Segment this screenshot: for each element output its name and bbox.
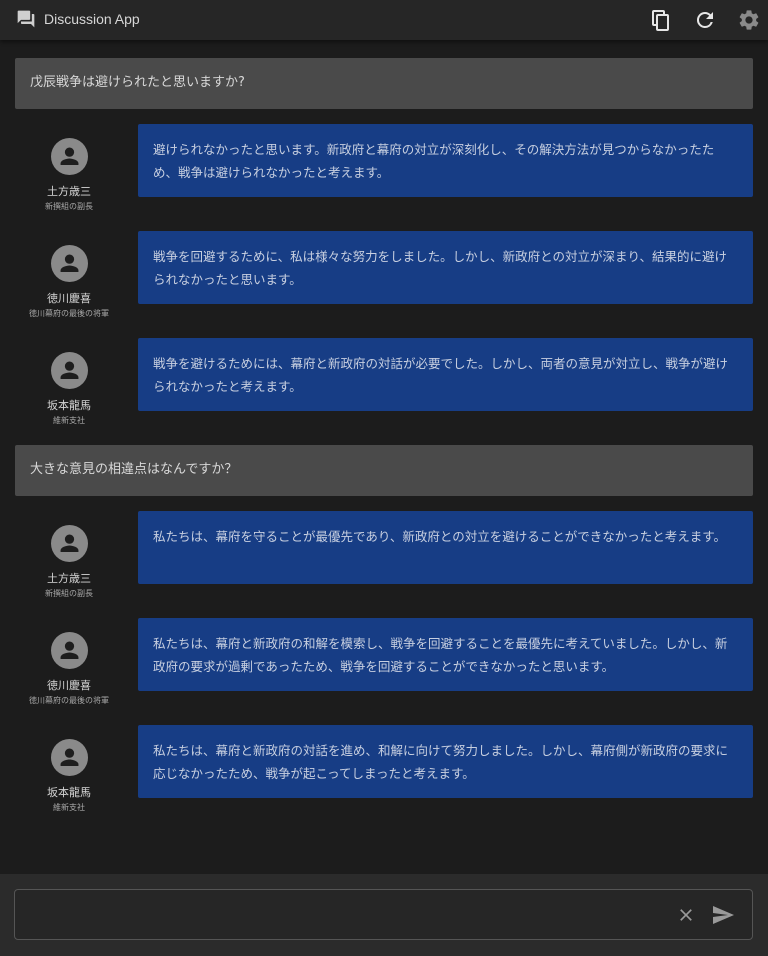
persona: 徳川慶喜 徳川幕府の最後の将軍: [14, 632, 124, 706]
app-header: Discussion App: [0, 0, 768, 40]
person-icon: [60, 254, 78, 272]
clear-button[interactable]: [676, 905, 696, 925]
person-icon: [60, 361, 78, 379]
chat-area[interactable]: 戊辰戦争は避けられたと思いますか? 土方歳三 新撰組の副長 避けられなかったと思…: [0, 40, 768, 874]
app-title: Discussion App: [44, 11, 140, 27]
avatar: [50, 632, 88, 669]
avatar: [50, 739, 88, 776]
persona-role: 新撰組の副長: [45, 589, 93, 598]
persona-name: 土方歳三: [47, 572, 91, 585]
copy-button[interactable]: [649, 8, 673, 32]
question-bubble: 戊辰戦争は避けられたと思いますか?: [15, 58, 753, 109]
gear-icon: [739, 10, 759, 30]
persona-name: 坂本龍馬: [47, 786, 91, 799]
persona-role: 徳川幕府の最後の将軍: [29, 696, 109, 705]
persona: 土方歳三 新撰組の副長: [14, 525, 124, 599]
send-button[interactable]: [711, 903, 735, 927]
response-bubble: 戦争を回避するために、私は様々な努力をしました。しかし、新政府との対立が深まり、…: [138, 231, 753, 304]
forum-icon: [16, 9, 36, 29]
response-bubble: 避けられなかったと思います。新政府と幕府の対立が深刻化し、その解決方法が見つから…: [138, 124, 753, 197]
response-message: 土方歳三 新撰組の副長 避けられなかったと思います。新政府と幕府の対立が深刻化し…: [0, 124, 768, 224]
copy-icon: [652, 10, 669, 31]
persona-name: 徳川慶喜: [47, 292, 91, 305]
persona-role: 維新支社: [53, 803, 85, 812]
message-input-box: [14, 889, 753, 940]
response-message: 坂本龍馬 維新支社 戦争を避けるためには、幕府と新政府の対話が必要でした。しかし…: [0, 338, 768, 438]
response-message: 土方歳三 新撰組の副長 私たちは、幕府を守ることが最優先であり、新政府との対立を…: [0, 511, 768, 611]
persona-name: 徳川慶喜: [47, 679, 91, 692]
persona-name: 坂本龍馬: [47, 399, 91, 412]
persona-role: 維新支社: [53, 416, 85, 425]
person-icon: [60, 641, 78, 659]
person-icon: [60, 534, 78, 552]
person-icon: [60, 147, 78, 165]
avatar: [50, 525, 88, 562]
refresh-button[interactable]: [693, 8, 717, 32]
input-bar: [0, 874, 768, 956]
persona: 徳川慶喜 徳川幕府の最後の将軍: [14, 245, 124, 319]
persona-role: 徳川幕府の最後の将軍: [29, 309, 109, 318]
settings-button[interactable]: [737, 8, 761, 32]
avatar: [50, 138, 88, 175]
refresh-icon: [696, 11, 713, 28]
question-bubble: 大きな意見の相違点はなんですか？: [15, 445, 753, 496]
response-bubble: 戦争を避けるためには、幕府と新政府の対話が必要でした。しかし、両者の意見が対立し…: [138, 338, 753, 411]
avatar: [50, 245, 88, 282]
discussion-app: Discussion App 戊辰戦争は避けられたと思いますか? 土方歳三 新撰…: [0, 0, 768, 956]
response-message: 坂本龍馬 維新支社 私たちは、幕府と新政府の対話を進め、和解に向けて努力しました…: [0, 725, 768, 825]
response-bubble: 私たちは、幕府を守ることが最優先であり、新政府との対立を避けることができなかった…: [138, 511, 753, 584]
persona: 坂本龍馬 維新支社: [14, 352, 124, 426]
persona: 坂本龍馬 維新支社: [14, 739, 124, 813]
persona-role: 新撰組の副長: [45, 202, 93, 211]
person-icon: [60, 748, 78, 766]
avatar: [50, 352, 88, 389]
response-bubble: 私たちは、幕府と新政府の対話を進め、和解に向けて努力しました。しかし、幕府側が新…: [138, 725, 753, 798]
persona: 土方歳三 新撰組の副長: [14, 138, 124, 212]
send-icon: [713, 906, 734, 924]
message-input[interactable]: [25, 900, 669, 932]
response-message: 徳川慶喜 徳川幕府の最後の将軍 戦争を回避するために、私は様々な努力をしました。…: [0, 231, 768, 331]
response-bubble: 私たちは、幕府と新政府の和解を模索し、戦争を回避することを最優先に考えていました…: [138, 618, 753, 691]
persona-name: 土方歳三: [47, 185, 91, 198]
close-icon: [680, 909, 692, 921]
response-message: 徳川慶喜 徳川幕府の最後の将軍 私たちは、幕府と新政府の和解を模索し、戦争を回避…: [0, 618, 768, 718]
